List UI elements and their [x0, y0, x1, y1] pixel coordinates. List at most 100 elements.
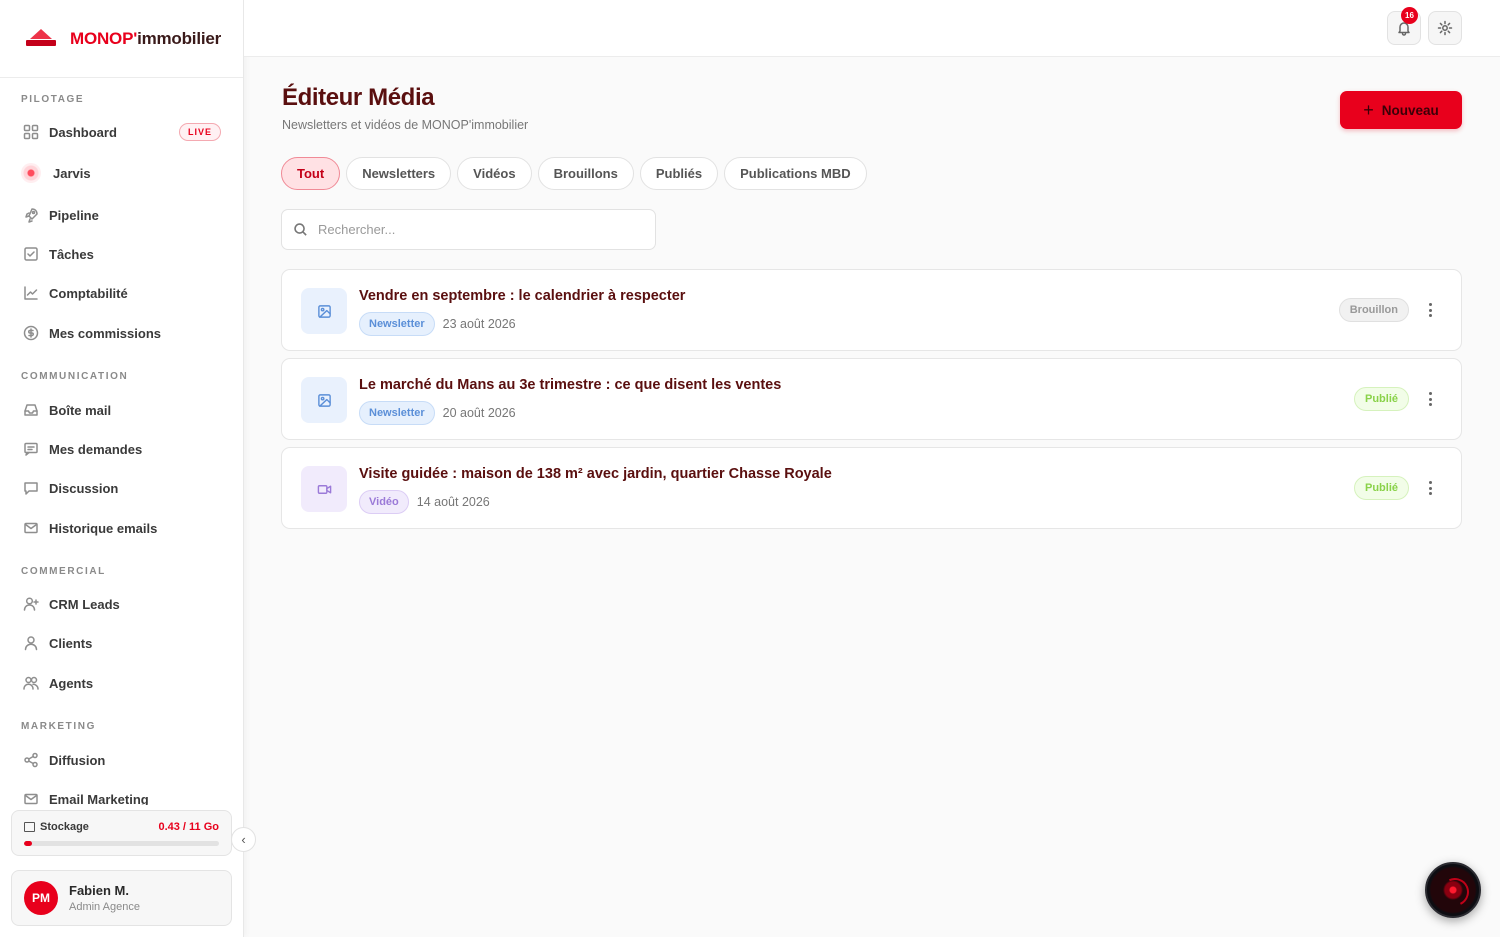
user-plus-icon — [22, 595, 40, 613]
section-title-pilotage: PILOTAGE — [21, 94, 85, 105]
sidebar-item-label: Dashboard — [49, 124, 117, 140]
chevron-left-icon: ‹ — [241, 832, 246, 847]
sidebar-item-label: Historique emails — [49, 520, 158, 536]
sidebar-item-historique-emails[interactable]: Historique emails — [22, 513, 221, 543]
media-item-title: Vendre en septembre : le calendrier à re… — [359, 288, 686, 304]
more-vertical-icon[interactable] — [1422, 476, 1438, 500]
storage-widget: Stockage 0.43 / 11 Go — [11, 810, 232, 856]
tab-newsletters[interactable]: Newsletters — [346, 157, 452, 190]
chat-bubble-icon — [22, 479, 40, 497]
sidebar-item-label: Email Marketing — [49, 791, 149, 806]
sidebar: MONOP'immobilier PILOTAGE Dashboard LIVE… — [0, 0, 244, 937]
new-button-label: Nouveau — [1381, 102, 1439, 118]
dollar-circle-icon — [22, 324, 40, 342]
sidebar-item-label: Mes commissions — [49, 325, 161, 341]
sidebar-item-label: Pipeline — [49, 207, 99, 223]
tab-brouillons[interactable]: Brouillons — [537, 157, 634, 190]
logo-icon — [24, 28, 58, 49]
filter-tabs: Tout Newsletters Vidéos Brouillons Publi… — [281, 157, 873, 190]
type-badge: Newsletter — [359, 401, 435, 425]
checkbox-icon — [22, 245, 40, 263]
gear-icon — [1437, 20, 1453, 36]
assistant-orb-button[interactable] — [1425, 862, 1481, 918]
sidebar-item-label: CRM Leads — [49, 596, 120, 612]
sidebar-item-label: Discussion — [49, 480, 119, 496]
grid-icon — [22, 123, 40, 141]
type-badge: Vidéo — [359, 490, 409, 514]
type-badge: Newsletter — [359, 312, 435, 336]
sidebar-item-commissions[interactable]: Mes commissions — [22, 318, 221, 348]
sidebar-item-comptabilite[interactable]: Comptabilité — [22, 278, 221, 308]
message-square-icon — [22, 440, 40, 458]
plus-icon: + — [1363, 100, 1374, 120]
user-icon — [22, 634, 40, 652]
sidebar-item-label: Mes demandes — [49, 441, 143, 457]
media-item-title: Le marché du Mans au 3e trimestre : ce q… — [359, 377, 782, 393]
mail-icon — [22, 519, 40, 537]
status-badge: Publié — [1353, 387, 1409, 411]
sidebar-item-jarvis[interactable]: Jarvis — [21, 158, 221, 188]
sidebar-item-pipeline[interactable]: Pipeline — [22, 200, 221, 230]
user-profile-card[interactable]: PM Fabien M. Admin Agence — [11, 870, 232, 926]
sidebar-item-agents[interactable]: Agents — [22, 668, 221, 698]
sidebar-item-taches[interactable]: Tâches — [22, 239, 221, 269]
sidebar-item-email-marketing[interactable]: Email Marketing — [22, 784, 221, 805]
jarvis-icon — [21, 163, 41, 183]
storage-progress-bar — [24, 841, 219, 846]
media-item-title: Visite guidée : maison de 138 m² avec ja… — [359, 466, 832, 482]
storage-label: Stockage — [40, 821, 89, 833]
media-item[interactable]: Vendre en septembre : le calendrier à re… — [281, 269, 1462, 351]
sidebar-item-clients[interactable]: Clients — [22, 628, 221, 658]
section-title-commercial: COMMERCIAL — [21, 566, 106, 577]
tab-publies[interactable]: Publiés — [639, 157, 719, 190]
section-title-communication: COMMUNICATION — [21, 371, 129, 382]
more-vertical-icon[interactable] — [1422, 298, 1438, 322]
tab-publications-mbd[interactable]: Publications MBD — [724, 157, 867, 190]
settings-button[interactable] — [1428, 11, 1462, 45]
logo-text: MONOP'immobilier — [70, 28, 222, 48]
media-item-date: 20 août 2026 — [442, 406, 516, 420]
image-icon — [301, 377, 347, 423]
rocket-icon — [22, 206, 40, 224]
media-item-date: 23 août 2026 — [442, 317, 516, 331]
search-input[interactable] — [318, 222, 618, 237]
video-icon — [301, 466, 347, 512]
more-vertical-icon[interactable] — [1422, 387, 1438, 411]
sidebar-item-label: Comptabilité — [49, 285, 128, 301]
tab-videos[interactable]: Vidéos — [457, 157, 532, 190]
search-icon — [294, 223, 307, 236]
page-subtitle: Newsletters et vidéos de MONOP'immobilie… — [282, 118, 529, 132]
chart-line-icon — [22, 284, 40, 302]
sidebar-item-label: Clients — [49, 635, 93, 651]
search-box — [281, 209, 656, 250]
sidebar-item-discussion[interactable]: Discussion — [22, 473, 221, 503]
brand-logo[interactable]: MONOP'immobilier — [0, 0, 243, 78]
avatar: PM — [24, 881, 58, 915]
storage-progress-fill — [24, 841, 32, 846]
mail-icon — [22, 790, 40, 805]
section-title-marketing: MARKETING — [21, 721, 96, 732]
sidebar-item-dashboard[interactable]: Dashboard LIVE — [22, 117, 221, 147]
topbar: 16 — [244, 0, 1500, 57]
notification-badge: 16 — [1401, 7, 1418, 24]
page-title: Éditeur Média — [282, 84, 435, 111]
sidebar-item-crm-leads[interactable]: CRM Leads — [22, 589, 221, 619]
sidebar-item-boite-mail[interactable]: Boîte mail — [22, 395, 221, 425]
inbox-icon — [22, 401, 40, 419]
sidebar-item-label: Tâches — [49, 246, 94, 262]
media-item[interactable]: Le marché du Mans au 3e trimestre : ce q… — [281, 358, 1462, 440]
sidebar-item-label: Agents — [49, 675, 94, 691]
media-item-date: 14 août 2026 — [416, 495, 490, 509]
live-badge: LIVE — [178, 123, 221, 141]
notifications-button[interactable]: 16 — [1387, 7, 1421, 45]
collapse-sidebar-button[interactable]: ‹ — [231, 827, 256, 852]
sidebar-item-demandes[interactable]: Mes demandes — [22, 434, 221, 464]
sidebar-item-diffusion[interactable]: Diffusion — [22, 745, 221, 775]
status-badge: Brouillon — [1338, 298, 1409, 322]
media-item[interactable]: Visite guidée : maison de 138 m² avec ja… — [281, 447, 1462, 529]
user-name: Fabien M. — [69, 883, 129, 898]
new-button[interactable]: + Nouveau — [1340, 91, 1462, 129]
tab-tout[interactable]: Tout — [281, 157, 341, 190]
sidebar-item-label: Diffusion — [49, 752, 106, 768]
status-badge: Publié — [1353, 476, 1409, 500]
